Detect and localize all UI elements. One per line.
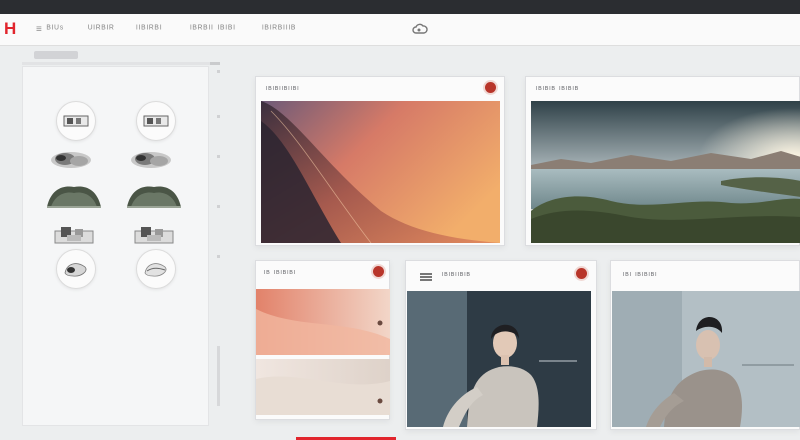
device-frame-icon bbox=[143, 115, 169, 127]
tool-sculpt-blob-a[interactable] bbox=[56, 249, 96, 289]
window-top-bar bbox=[0, 0, 800, 14]
image-card-lake[interactable]: ᴵᴮᴵᴮᴵᴮ ᴵᴮᴵᴮᴵᴮ bbox=[525, 76, 800, 246]
nav-item-1[interactable]: ≡ ᴮᴵᵁˢ bbox=[36, 24, 64, 35]
image-card-portrait-2[interactable]: ᴵᴮᴵ ᴵᴮᴵᴮᴵᴮᴵ bbox=[610, 260, 800, 430]
block-shapes-icon[interactable] bbox=[53, 223, 95, 247]
device-frame-icon bbox=[63, 115, 89, 127]
foliage-brush-icon[interactable] bbox=[125, 183, 183, 211]
card-status-dot[interactable] bbox=[576, 268, 587, 279]
app-logo[interactable]: H bbox=[4, 19, 16, 39]
top-navigation: H ≡ ᴮᴵᵁˢ ᵁᴵᴿᴮᴵᴿ ᴵᴵᴮᴵᴿᴮᴵ ᴵᴮᴿᴮᴵᴵ ᴵᴮᴵᴮᴵ ᴵᴮᴵ… bbox=[0, 14, 800, 46]
card-title: ᴵᴮᴵᴮᴵᴮ ᴵᴮᴵᴮᴵᴮ bbox=[536, 85, 580, 94]
card-status-dot[interactable] bbox=[485, 82, 496, 93]
canvas-scrollbar[interactable] bbox=[217, 70, 220, 415]
image-card-gradient[interactable]: ᴵᴮ ᴵᴮᴵᴮᴵᴮᴵ bbox=[255, 260, 390, 420]
foliage-brush-icon[interactable] bbox=[45, 183, 103, 211]
desert-dune-image bbox=[261, 101, 500, 243]
scroll-tick bbox=[217, 255, 220, 258]
tool-sculpt-blob-b[interactable] bbox=[136, 249, 176, 289]
nav-item-2[interactable]: ᵁᴵᴿᴮᴵᴿ bbox=[88, 24, 115, 35]
nav-item-4[interactable]: ᴵᴮᴿᴮᴵᴵ ᴵᴮᴵᴮᴵ bbox=[190, 24, 236, 35]
tool-device-frame-b[interactable] bbox=[136, 101, 176, 141]
card-title: ᴵᴮᴵ ᴵᴮᴵᴮᴵᴮᴵ bbox=[623, 271, 658, 280]
scroll-tick bbox=[217, 155, 220, 158]
cloud-sync-icon[interactable] bbox=[412, 22, 428, 38]
portrait-image bbox=[407, 291, 591, 427]
sculpt-blob-icon bbox=[144, 263, 167, 277]
nav-item-3[interactable]: ᴵᴵᴮᴵᴿᴮᴵ bbox=[136, 24, 162, 35]
scroll-thumb[interactable] bbox=[217, 346, 220, 406]
smoke-brush-icon[interactable] bbox=[49, 149, 97, 171]
sidebar-divider-handle[interactable] bbox=[210, 62, 220, 65]
menu-icon[interactable] bbox=[420, 273, 432, 281]
tool-device-frame-a[interactable] bbox=[56, 101, 96, 141]
scroll-tick bbox=[217, 70, 220, 73]
card-title: ᴵᴮᴵᴮᴵᴵᴮᴵᴮ bbox=[442, 271, 471, 280]
card-title: ᴵᴮᴵᴮᴵᴵᴮᴵᴵᴮᴵ bbox=[266, 85, 300, 94]
image-card-desert[interactable]: ᴵᴮᴵᴮᴵᴵᴮᴵᴵᴮᴵ bbox=[255, 76, 505, 246]
lake-landscape-image bbox=[531, 101, 800, 243]
smoke-brush-icon[interactable] bbox=[129, 149, 177, 171]
sculpt-blob-icon bbox=[64, 263, 87, 277]
scroll-tick bbox=[217, 205, 220, 208]
block-shapes-icon[interactable] bbox=[133, 223, 175, 247]
sidebar-header bbox=[34, 51, 78, 59]
gradient-layers-image bbox=[256, 289, 390, 415]
card-status-dot[interactable] bbox=[373, 266, 384, 277]
sidebar-divider bbox=[22, 62, 219, 65]
nav-item-5[interactable]: ᴵᴮᴵᴿᴮᴵᴵᴵᴮ bbox=[262, 24, 296, 35]
tool-sidebar bbox=[22, 66, 209, 426]
card-title: ᴵᴮ ᴵᴮᴵᴮᴵᴮᴵ bbox=[264, 269, 297, 278]
image-card-portrait[interactable]: ᴵᴮᴵᴮᴵᴵᴮᴵᴮ bbox=[405, 260, 597, 430]
scroll-tick bbox=[217, 115, 220, 118]
portrait-image-2 bbox=[612, 291, 800, 427]
